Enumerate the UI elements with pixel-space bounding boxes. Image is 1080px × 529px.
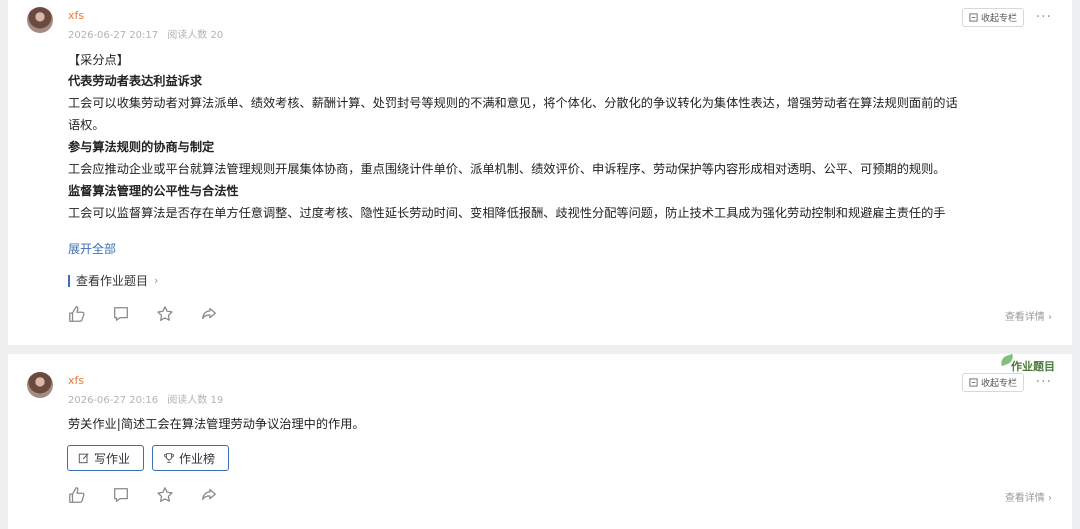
chevron-right-icon: › [154,274,159,287]
author-name[interactable]: xfs [68,9,84,22]
collect-column-button[interactable]: 收起专栏 [961,373,1024,392]
body-heading: 参与算法规则的协商与制定 [68,140,215,154]
edit-icon [78,453,89,464]
post-card: xfs 2026-06-27 20:17 阅读人数 20 收起专栏 ··· 【采… [8,0,1072,345]
view-detail-label: 查看详情 [1004,493,1045,504]
trophy-icon [164,453,174,463]
post-meta: 2026-06-27 20:16 阅读人数 19 [68,391,229,406]
body-line: 语权。 [68,118,105,132]
homework-tag: 作业题目 [1011,360,1055,373]
avatar[interactable] [27,372,53,398]
accent-bar [68,274,70,287]
comment-icon[interactable] [112,486,130,504]
collect-icon [969,13,978,22]
homework-rank-label: 作业榜 [179,451,216,466]
homework-rank-button[interactable]: 作业榜 [152,445,229,471]
view-detail-link[interactable]: 查看详情 › [1005,308,1052,323]
view-detail-link[interactable]: 查看详情 › [1005,489,1052,504]
share-icon[interactable] [200,305,218,323]
collect-label: 收起专栏 [980,14,1017,24]
body-line: 【采分点】 [68,53,129,67]
comment-icon[interactable] [112,305,130,323]
more-icon[interactable]: ··· [1036,375,1052,389]
chevron-right-icon: › [1048,493,1052,504]
view-detail-label: 查看详情 [1004,312,1045,323]
view-task-link[interactable]: 查看作业题目 › [68,272,158,289]
chevron-right-icon: › [1048,312,1052,323]
post-date: 2026-06-27 20:16 [68,395,159,406]
write-homework-label: 写作业 [94,451,131,466]
action-bar [68,486,218,504]
view-count: 阅读人数 19 [167,395,224,406]
body-line: 工会应推动企业或平台就算法管理规则开展集体协商，重点围绕计件单价、派单机制、绩效… [68,162,946,176]
expand-all-link[interactable]: 展开全部 [68,240,116,257]
like-icon[interactable] [68,486,86,504]
post-date: 2026-06-27 20:17 [68,30,159,41]
body-heading: 代表劳动者表达利益诉求 [68,74,203,88]
action-bar [68,305,218,323]
author-name[interactable]: xfs [68,374,84,387]
avatar[interactable] [27,7,53,33]
post-meta: 2026-06-27 20:17 阅读人数 20 [68,26,229,41]
post-card: 作业题目 xfs 2026-06-27 20:16 阅读人数 19 收起专栏 ·… [8,353,1072,529]
view-task-label: 查看作业题目 [76,274,149,288]
post-title[interactable]: 劳关作业|简述工会在算法管理劳动争议治理中的作用。 [68,416,365,432]
star-icon[interactable] [156,305,174,323]
body-heading: 监督算法管理的公平性与合法性 [68,184,239,198]
collect-column-button[interactable]: 收起专栏 [961,8,1024,27]
write-homework-button[interactable]: 写作业 [67,445,144,471]
body-line: 工会可以收集劳动者对算法派单、绩效考核、薪酬计算、处罚封号等规则的不满和意见，将… [68,96,958,110]
collect-icon [969,378,978,387]
collect-label: 收起专栏 [980,379,1017,389]
share-icon[interactable] [200,486,218,504]
star-icon[interactable] [156,486,174,504]
view-count: 阅读人数 20 [167,30,224,41]
body-line: 工会可以监督算法是否存在单方任意调整、过度考核、隐性延长劳动时间、变相降低报酬、… [68,206,946,220]
like-icon[interactable] [68,305,86,323]
more-icon[interactable]: ··· [1036,10,1052,24]
